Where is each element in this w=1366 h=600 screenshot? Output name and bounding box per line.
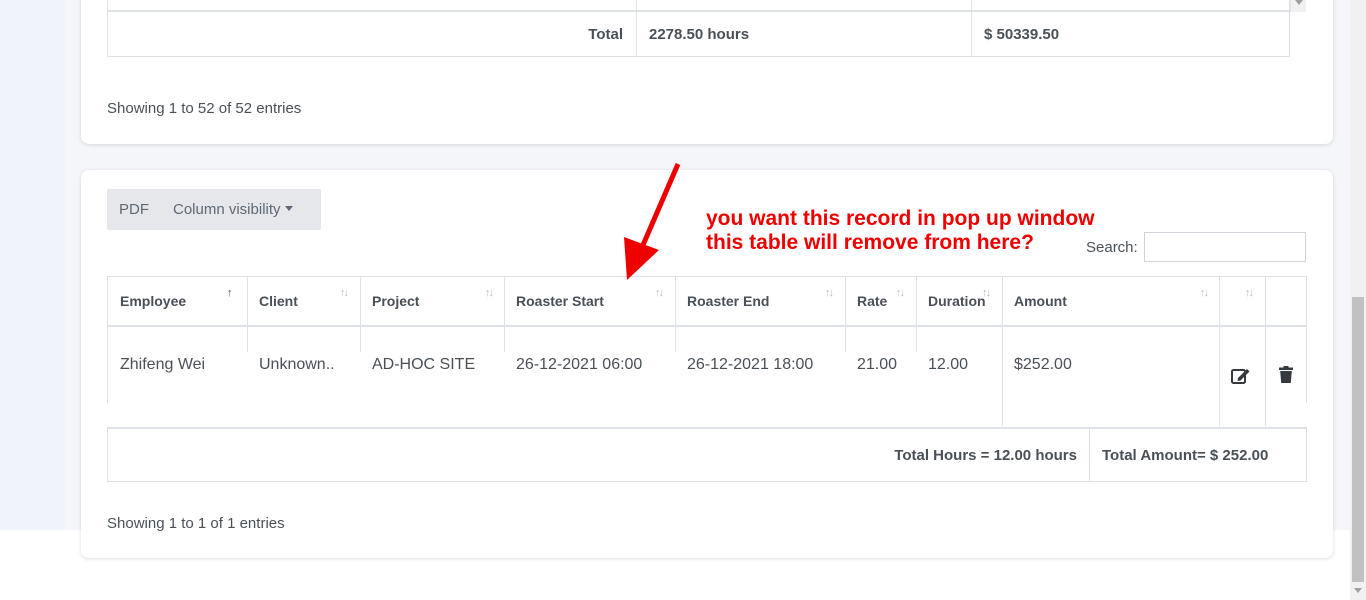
column-visibility-button[interactable]: Column visibility xyxy=(161,189,305,230)
header-label: Employee xyxy=(120,293,187,309)
sort-icon: ↑↓ xyxy=(340,287,349,299)
annotation-arrow-icon xyxy=(624,163,681,280)
pdf-button[interactable]: PDF xyxy=(107,189,161,230)
summary-showing-info: Showing 1 to 52 of 52 entries xyxy=(107,100,302,117)
footer-total-hours: Total Hours = 12.00 hours xyxy=(894,447,1077,464)
scroll-down-icon[interactable] xyxy=(1354,588,1362,593)
annotation-line-1: you want this record in pop up window xyxy=(706,207,1095,230)
sidebar-background xyxy=(0,0,65,530)
header-label: Roaster End xyxy=(687,293,770,309)
annotation-note: you want this record in pop up window th… xyxy=(706,207,1095,255)
header-label: Rate xyxy=(857,293,888,309)
sort-icon: ↑↓ xyxy=(1200,287,1209,299)
sort-icon: ↑↓ xyxy=(982,287,991,299)
search-input[interactable] xyxy=(1143,232,1306,262)
column-header-rate[interactable]: Rate xyxy=(845,277,916,325)
summary-card: Total 2278.50 hours $ 50339.50 Showing 1… xyxy=(81,0,1333,144)
page-scrollbar[interactable] xyxy=(1350,0,1366,600)
column-visibility-label: Column visibility xyxy=(173,201,281,218)
sort-asc-icon: ↑ xyxy=(227,287,232,299)
table-footer-row: Total Hours = 12.00 hours Total Amount= … xyxy=(107,427,1307,482)
roster-showing-info: Showing 1 to 1 of 1 entries xyxy=(107,515,285,532)
sort-icon: ↑↓ xyxy=(896,287,905,299)
caret-down-icon xyxy=(284,206,293,211)
footer-total-amount: Total Amount= $ 252.00 xyxy=(1102,447,1269,464)
sort-icon: ↑↓ xyxy=(655,287,664,299)
trash-icon[interactable] xyxy=(1279,366,1293,388)
column-header-client[interactable]: Client xyxy=(247,277,360,325)
header-label: Roaster Start xyxy=(516,293,604,309)
search-box: Search: xyxy=(1086,232,1306,262)
total-amount: $ 50339.50 xyxy=(984,25,1060,43)
cell-rate: 21.00 xyxy=(857,355,898,373)
roster-card: PDF Column visibility you want this reco… xyxy=(81,170,1333,558)
scrollbar-thumb[interactable] xyxy=(1352,297,1364,582)
edit-icon[interactable] xyxy=(1231,367,1251,390)
total-hours: 2278.50 hours xyxy=(649,25,750,43)
column-header-project[interactable]: Project xyxy=(360,277,504,325)
column-header-roaster-end[interactable]: Roaster End xyxy=(675,277,845,325)
cell-client: Unknown.. xyxy=(259,355,335,373)
cell-duration: 12.00 xyxy=(928,355,969,373)
header-label: Project xyxy=(372,293,420,309)
column-header-employee[interactable]: Employee xyxy=(108,277,247,325)
sort-icon: ↑↓ xyxy=(485,287,494,299)
cell-project: AD-HOC SITE xyxy=(372,355,476,373)
search-label: Search: xyxy=(1086,238,1138,256)
summary-total-row: Total 2278.50 hours $ 50339.50 xyxy=(107,12,1290,57)
header-label: Duration xyxy=(928,293,986,309)
chevron-down-icon[interactable] xyxy=(1295,0,1303,5)
header-label: Amount xyxy=(1014,293,1067,309)
summary-table-row-stub xyxy=(107,0,1290,12)
column-header-amount[interactable]: Amount xyxy=(1002,277,1219,325)
table-header-row: Employee ↑ Client ↑↓ Project ↑↓ Roaster … xyxy=(107,276,1307,327)
total-label: Total xyxy=(588,25,623,43)
sort-icon: ↑↓ xyxy=(1245,287,1254,299)
export-button-group: PDF Column visibility xyxy=(107,189,321,230)
summary-table-scrollbar[interactable] xyxy=(1290,0,1306,12)
sort-icon: ↑↓ xyxy=(825,287,834,299)
cell-roaster-start: 26-12-2021 06:00 xyxy=(516,355,643,373)
table-row: Zhifeng Wei Unknown.. AD-HOC SITE 26-12-… xyxy=(107,326,1307,426)
cell-amount: $252.00 xyxy=(1014,355,1072,373)
header-label: Client xyxy=(259,293,298,309)
annotation-line-2: this table will remove from here? xyxy=(706,231,1034,254)
column-header-duration[interactable]: Duration xyxy=(916,277,1002,325)
cell-employee: Zhifeng Wei xyxy=(120,355,206,373)
cell-roaster-end: 26-12-2021 18:00 xyxy=(687,355,814,373)
